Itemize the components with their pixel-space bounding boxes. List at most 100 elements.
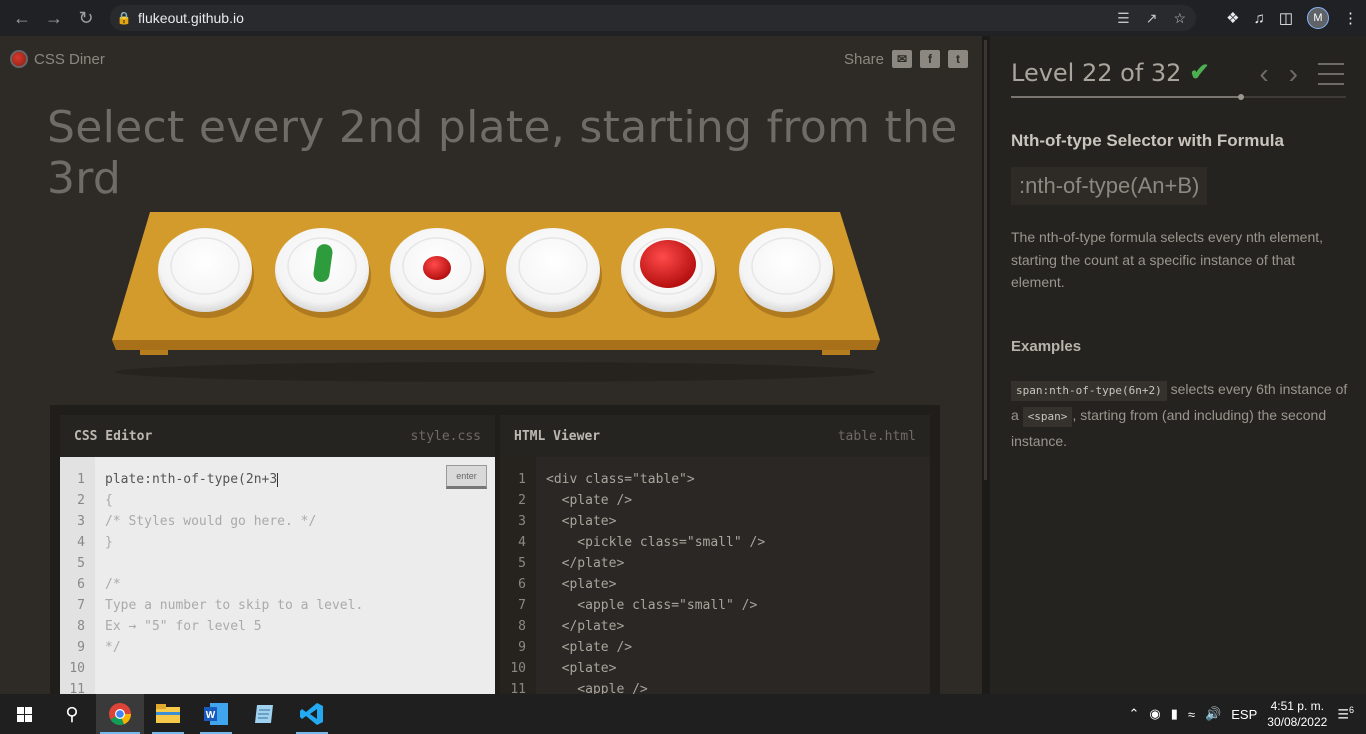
selector-hint: The nth-of-type formula selects every nt… [1011, 229, 1324, 290]
level-progress-bar [1011, 94, 1346, 100]
css-editor-pane: CSS Editor style.css 1 2 3 4 5 6 7 8 9 10 11 plate… [60, 415, 495, 694]
css-input-text: plate:nth-of-type(2n+3 [105, 472, 278, 487]
css-editor-title: CSS Editor [74, 428, 153, 444]
progress-fill [1011, 96, 1242, 98]
code-line: /* Styles would go here. */ [105, 514, 317, 529]
logo-plate-icon [10, 50, 28, 68]
vscode-icon[interactable] [288, 694, 336, 734]
example-code-tag: <span> [1022, 407, 1073, 427]
line-number: 10 [510, 661, 526, 676]
previous-level-icon[interactable]: ‹ [1259, 58, 1268, 90]
line-number: 6 [77, 577, 85, 592]
level-instruction: Select every 2nd plate, starting from th… [47, 102, 958, 204]
translate-icon[interactable]: ☰ [1117, 10, 1130, 27]
url-text[interactable]: flukeout.github.io [138, 10, 244, 26]
progress-knob [1238, 94, 1245, 100]
scrollbar[interactable] [984, 40, 987, 480]
share-bar: Share ✉ f t [844, 50, 968, 68]
code-line[interactable]: <plate> [546, 574, 930, 595]
css-selector-input[interactable]: plate:nth-of-type(2n+3 [105, 469, 495, 490]
share-page-icon[interactable]: ↗ [1146, 10, 1158, 27]
address-bar[interactable]: 🔒 flukeout.github.io ☰ ↗ ☆ [110, 5, 1196, 31]
code-line[interactable]: <plate /> [546, 490, 930, 511]
enter-button[interactable]: enter [446, 465, 487, 489]
share-label: Share [843, 50, 884, 68]
media-queue-icon[interactable]: ♫ [1254, 10, 1265, 27]
apple[interactable] [640, 240, 696, 288]
chrome-taskbar-icon[interactable] [96, 694, 144, 734]
meet-now-icon[interactable]: ◉ [1149, 706, 1160, 722]
back-icon[interactable]: ← [6, 2, 38, 34]
line-number: 8 [77, 619, 85, 634]
battery-icon[interactable]: ▮ [1171, 706, 1178, 722]
clock-date: 30/08/2022 [1267, 715, 1328, 729]
code-line: */ [105, 640, 121, 655]
code-line[interactable]: <pickle class="small" /> [546, 532, 930, 553]
dinner-table [100, 212, 890, 382]
word-icon[interactable]: W [192, 694, 240, 734]
level-navigation: ‹ › [1259, 58, 1344, 90]
windows-logo-icon [16, 706, 32, 722]
level-menu-icon[interactable] [1318, 63, 1344, 85]
line-number: 4 [518, 535, 526, 550]
panel-divider[interactable] [982, 36, 990, 694]
clock[interactable]: 4:51 p. m. 30/08/2022 [1267, 698, 1327, 730]
system-tray: ⌃ ◉ ▮ ≈ 🔊 ESP 4:51 p. m. 30/08/2022 ☰6 [1129, 694, 1366, 734]
reload-icon[interactable]: ↻ [70, 2, 102, 34]
file-explorer-icon[interactable] [144, 694, 192, 734]
line-number: 8 [518, 619, 526, 634]
line-number: 9 [77, 640, 85, 655]
examples-title: Examples [1011, 338, 1082, 355]
search-icon[interactable]: ⚲ [48, 694, 96, 734]
clock-time: 4:51 p. m. [1270, 699, 1324, 713]
code-line[interactable]: <div class="table"> [546, 469, 930, 490]
windows-taskbar: ⚲ W ⌃ ◉ ▮ ≈ 🔊 ESP 4:51 p. m. 30/08/2022 … [0, 694, 1366, 734]
table-edge [112, 340, 880, 350]
start-button[interactable] [0, 694, 48, 734]
css-line-numbers: 1 2 3 4 5 6 7 8 9 10 11 [60, 457, 95, 694]
example-item: span:nth-of-type(6n+2) selects every 6th… [1011, 376, 1351, 454]
forward-icon[interactable]: → [38, 2, 70, 34]
browser-menu-icon[interactable]: ⋮ [1343, 9, 1358, 27]
twitter-icon[interactable]: t [948, 50, 968, 68]
code-line[interactable]: <plate> [546, 511, 930, 532]
email-icon[interactable]: ✉ [892, 50, 912, 68]
code-line: /* [105, 577, 121, 592]
extensions-icon[interactable]: ❖ [1226, 9, 1239, 27]
line-number: 11 [69, 682, 85, 694]
line-number: 10 [69, 661, 85, 676]
wifi-icon[interactable]: ≈ [1188, 707, 1195, 722]
code-line[interactable]: <apple class="small" /> [546, 595, 930, 616]
volume-icon[interactable]: 🔊 [1205, 706, 1221, 722]
code-line[interactable]: </plate> [546, 553, 930, 574]
html-code-area: 1 2 3 4 5 6 7 8 9 10 11 <div class="table"> <plate… [500, 457, 930, 694]
apple[interactable] [423, 256, 451, 280]
level-text: Level 22 of 32 [1011, 58, 1182, 87]
code-line[interactable]: </plate> [546, 616, 930, 637]
show-hidden-icons[interactable]: ⌃ [1129, 706, 1140, 722]
notepad-icon[interactable] [240, 694, 288, 734]
checkmark-icon: ✔ [1189, 59, 1210, 86]
code-line[interactable]: <plate> [546, 658, 930, 679]
language-indicator[interactable]: ESP [1231, 707, 1257, 722]
next-level-icon[interactable]: › [1289, 58, 1298, 90]
facebook-icon[interactable]: f [920, 50, 940, 68]
profile-avatar[interactable]: M [1307, 7, 1329, 29]
code-line: } [105, 535, 113, 550]
line-number: 6 [518, 577, 526, 592]
side-panel-icon[interactable]: ◫ [1279, 9, 1293, 27]
line-number: 7 [518, 598, 526, 613]
notifications-icon[interactable]: ☰6 [1337, 705, 1354, 722]
bookmark-star-icon[interactable]: ☆ [1173, 10, 1186, 27]
css-code-area[interactable]: 1 2 3 4 5 6 7 8 9 10 11 plate:nth-of-type(2n+3 {/*… [60, 457, 495, 694]
code-line: { [105, 493, 113, 508]
code-line[interactable]: <apple /> [546, 679, 930, 694]
site-logo[interactable]: CSS Diner [10, 50, 105, 68]
line-number: 1 [77, 472, 85, 487]
line-number: 3 [77, 514, 85, 529]
code-line[interactable]: <plate /> [546, 637, 930, 658]
code-line: Type a number to skip to a level. [105, 598, 364, 613]
example-code-tag: span:nth-of-type(6n+2) [1011, 381, 1167, 401]
html-viewer-title: HTML Viewer [514, 428, 601, 444]
